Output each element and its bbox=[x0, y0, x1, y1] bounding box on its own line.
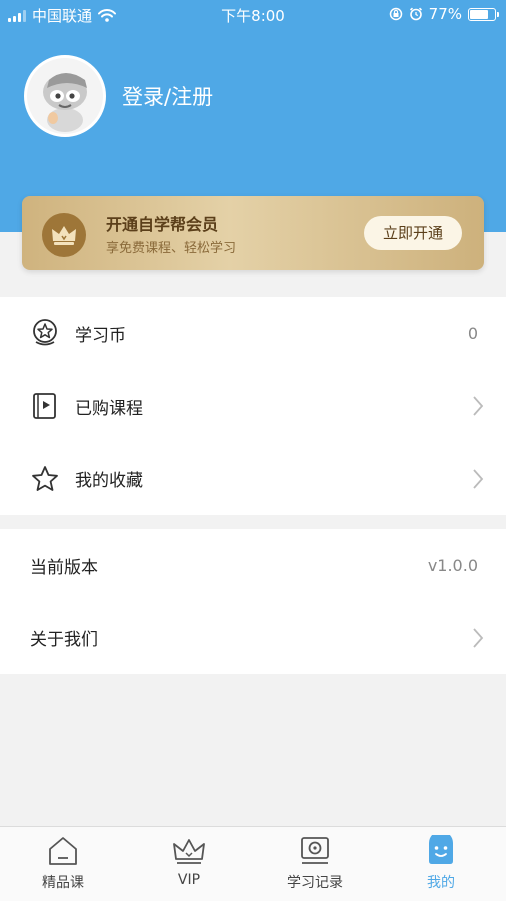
menu-item-purchased-courses[interactable]: 已购课程 bbox=[0, 370, 506, 443]
profile-face-icon bbox=[429, 835, 453, 864]
tab-study-records[interactable]: 学习记录 bbox=[252, 827, 378, 901]
bottom-tab-bar: 精品课 VIP 学习记录 我的 bbox=[0, 826, 506, 901]
chevron-right-icon bbox=[473, 396, 484, 416]
info-item-version: 当前版本 v1.0.0 bbox=[0, 529, 506, 602]
crown-icon bbox=[173, 839, 205, 864]
avatar[interactable] bbox=[24, 55, 106, 137]
vip-badge bbox=[42, 213, 86, 257]
chevron-right-icon bbox=[473, 628, 484, 648]
menu-item-study-coins[interactable]: 学习币 0 bbox=[0, 297, 506, 370]
tab-label: 精品课 bbox=[42, 875, 84, 891]
version-value: v1.0.0 bbox=[427, 555, 478, 575]
status-right: 77% bbox=[389, 5, 499, 23]
vip-title: 开通自学帮会员 bbox=[106, 215, 219, 234]
robot-mascot-icon bbox=[27, 58, 103, 134]
coin-star-icon bbox=[33, 319, 57, 346]
menu-item-label: 已购课程 bbox=[75, 398, 143, 419]
status-bar: 中国联通 下午8:00 77% bbox=[0, 0, 506, 28]
tab-label: 学习记录 bbox=[287, 875, 343, 891]
study-coins-value: 0 bbox=[467, 323, 478, 343]
menu-item-label: 我的收藏 bbox=[75, 471, 143, 492]
info-item-about-us[interactable]: 关于我们 bbox=[0, 602, 506, 675]
home-icon bbox=[49, 837, 77, 865]
info-item-label: 关于我们 bbox=[30, 630, 98, 651]
info-group: 当前版本 v1.0.0 关于我们 bbox=[0, 529, 506, 674]
profile-header[interactable]: 登录/注册 bbox=[24, 55, 213, 137]
tab-premium-courses[interactable]: 精品课 bbox=[0, 827, 126, 901]
login-register-link[interactable]: 登录/注册 bbox=[122, 81, 213, 111]
tab-vip[interactable]: VIP bbox=[126, 827, 252, 901]
tab-me[interactable]: 我的 bbox=[378, 827, 504, 901]
menu-item-label: 学习币 bbox=[75, 325, 126, 346]
rotation-lock-icon bbox=[389, 7, 402, 21]
crown-icon bbox=[52, 226, 76, 245]
vip-membership-card[interactable]: 开通自学帮会员 享免费课程、轻松学习 立即开通 bbox=[22, 196, 484, 270]
vip-subtitle: 享免费课程、轻松学习 bbox=[106, 241, 237, 256]
tab-label: VIP bbox=[177, 872, 201, 888]
activate-vip-button[interactable]: 立即开通 bbox=[364, 216, 462, 250]
book-icon bbox=[33, 393, 56, 419]
battery-icon bbox=[468, 7, 499, 21]
chevron-right-icon bbox=[473, 469, 484, 489]
alarm-icon bbox=[409, 7, 422, 21]
record-icon bbox=[301, 837, 329, 864]
tab-label: 我的 bbox=[427, 875, 455, 891]
star-icon bbox=[32, 465, 58, 491]
menu-item-favorites[interactable]: 我的收藏 bbox=[0, 442, 506, 515]
battery-percent: 77% bbox=[428, 5, 462, 23]
menu-group: 学习币 0 已购课程 我的收藏 bbox=[0, 297, 506, 515]
info-item-label: 当前版本 bbox=[30, 557, 98, 578]
battery-fill bbox=[470, 9, 489, 19]
